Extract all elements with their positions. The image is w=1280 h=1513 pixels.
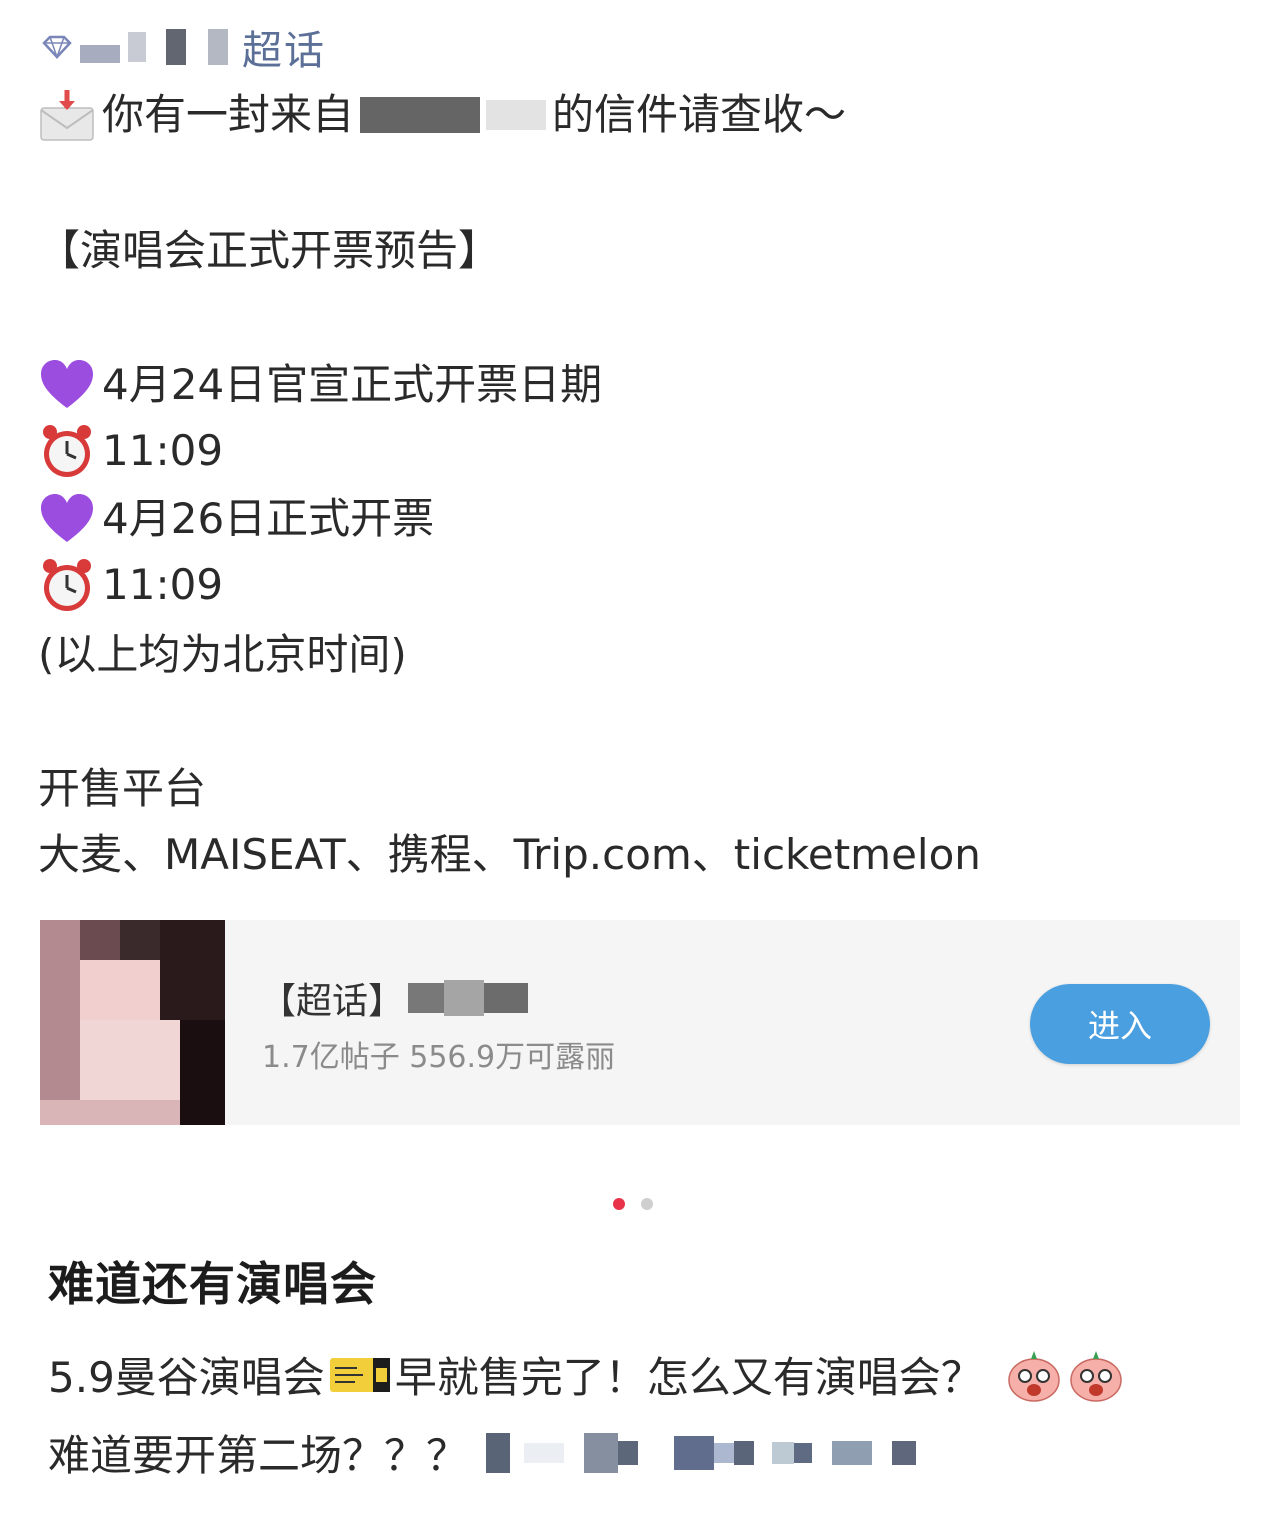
alarm-clock-icon [43,559,91,611]
schedule-text: 4月24日官宣正式开票日期 [102,360,603,409]
topic-avatar [40,920,225,1125]
schedule-line: 11:09 [38,422,223,480]
incoming-envelope-icon [40,90,94,141]
redacted-name [208,29,228,65]
redacted-topic-name [484,983,529,1013]
card-title: 【超话】 [260,972,529,1024]
redacted-name [128,32,146,62]
redacted-mention[interactable] [486,1432,917,1473]
schedule-text: 4月26日正式开票 [102,494,435,543]
mail-line: 你有一封来自 的信件请查收～ [38,86,846,144]
mail-prefix: 你有一封来自 [102,90,355,139]
enter-button[interactable]: 进入 [1030,984,1210,1064]
schedule-text: 11:09 [102,426,224,475]
post-body-text: 难道要开第二场？？？ [48,1431,469,1480]
schedule-line: 11:09 [38,556,223,614]
post-title: 难道还有演唱会 [48,1257,377,1311]
topic-label: 超话 [242,28,326,74]
post-body-line: 难道要开第二场？？？ [48,1422,917,1483]
crying-face-icon [1070,1350,1122,1402]
mail-suffix: 的信件请查收～ [552,90,847,139]
pagination-dot[interactable] [641,1198,653,1210]
post-body-line: 5.9曼谷演唱会 早就售完了！怎么又有演唱会？ [48,1344,1125,1405]
platform-list: 大麦、MAISEAT、携程、Trip.com、ticketmelon [38,830,981,879]
redacted-sender [486,100,547,130]
redacted-name [80,45,120,63]
super-topic-card[interactable]: 【超话】 1.7亿帖子 556.9万可露丽 进入 [40,920,1240,1125]
redacted-topic-name [408,983,445,1013]
post-body-text: 早就售完了！怎么又有演唱会？ [394,1353,983,1402]
schedule-text: 11:09 [102,560,224,609]
ticket-icon [329,1357,390,1392]
pagination-dot-active[interactable] [613,1198,625,1210]
redacted-sender [360,97,481,133]
card-stats: 1.7亿帖子 556.9万可露丽 [262,1040,616,1075]
schedule-line: 4月24日官宣正式开票日期 [38,356,602,414]
platform-heading: 开售平台 [38,764,207,813]
crying-face-icon [1008,1350,1060,1402]
purple-heart-icon [41,494,93,542]
card-title-prefix: 【超话】 [260,981,405,1022]
alarm-clock-icon [43,425,91,477]
redacted-name [166,29,186,65]
announcement-heading: 【演唱会正式开票预告】 [38,226,501,275]
diamond-icon [42,35,72,60]
super-topic-header[interactable]: 超话 [40,22,326,74]
timezone-note: (以上均为北京时间) [38,630,407,679]
post-body-text: 5.9曼谷演唱会 [48,1353,325,1402]
schedule-line: 4月26日正式开票 [38,490,434,548]
redacted-topic-name [444,980,485,1016]
purple-heart-icon [41,360,93,408]
